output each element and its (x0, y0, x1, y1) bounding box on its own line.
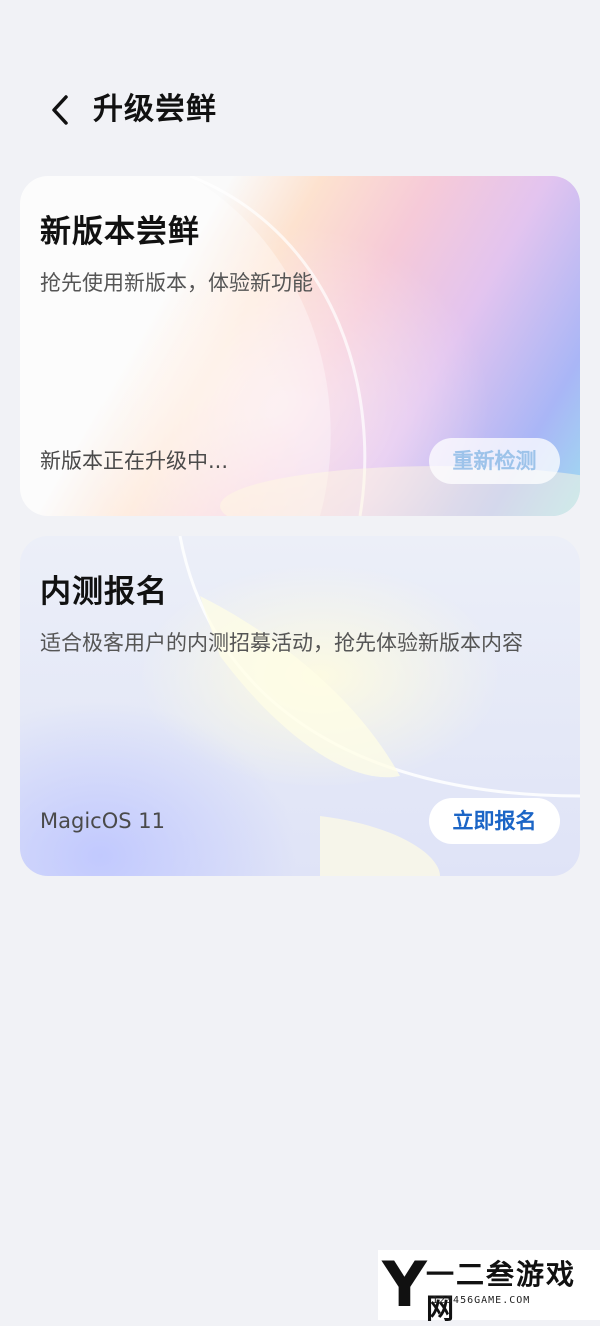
card-title: 内测报名 (40, 574, 168, 610)
watermark-logo: Y (382, 1248, 427, 1321)
watermark-name: 一二叁游戏网 (426, 1258, 577, 1325)
card-description: 抢先使用新版本，体验新功能 (40, 271, 313, 295)
os-version-text: MagicOS 11 (40, 809, 165, 833)
recheck-button[interactable]: 重新检测 (429, 438, 560, 484)
upgrade-status-text: 新版本正在升级中... (40, 449, 229, 473)
chevron-left-icon (52, 95, 68, 125)
new-version-trial-card: 新版本尝鲜 抢先使用新版本，体验新功能 新版本正在升级中... 重新检测 (20, 176, 580, 516)
card-description: 适合极客用户的内测招募活动，抢先体验新版本内容 (40, 631, 523, 655)
card-title: 新版本尝鲜 (40, 214, 200, 250)
site-watermark: Y 一二叁游戏网 123456GAME.COM (378, 1248, 600, 1325)
beta-signup-card: 内测报名 适合极客用户的内测招募活动，抢先体验新版本内容 MagicOS 11 … (20, 536, 580, 876)
watermark-site: 123456GAME.COM (432, 1295, 531, 1306)
back-button[interactable] (38, 88, 82, 132)
top-bar: 升级尝鲜 (0, 80, 600, 140)
signup-button[interactable]: 立即报名 (429, 798, 560, 844)
page-title: 升级尝鲜 (93, 92, 217, 127)
